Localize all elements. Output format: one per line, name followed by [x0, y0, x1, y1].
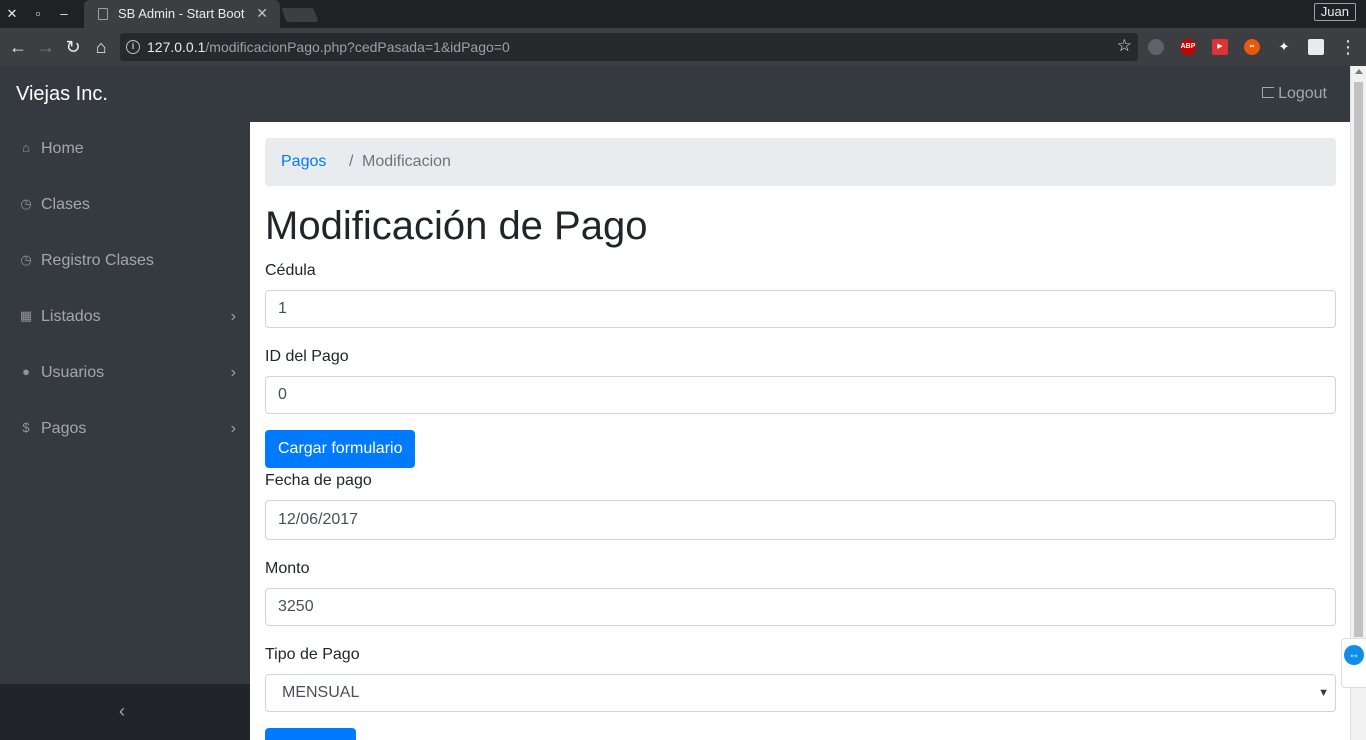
- app-navbar: Viejas Inc. Logout: [0, 66, 1350, 122]
- teamviewer-icon: ⇔: [1344, 645, 1364, 665]
- tipo-pago-label: Tipo de Pago: [265, 646, 360, 663]
- clock-icon: ◷: [20, 196, 32, 211]
- tipo-pago-select[interactable]: MENSUAL ▼: [265, 674, 1336, 712]
- reload-icon[interactable]: ↻: [63, 37, 83, 57]
- monto-label: Monto: [265, 560, 310, 577]
- extension-icon[interactable]: [1148, 39, 1164, 55]
- window-minimize-icon[interactable]: –: [56, 6, 72, 22]
- breadcrumb-separator: /: [349, 153, 354, 170]
- browser-tab-title: SB Admin - Start Boot: [118, 6, 245, 21]
- table-icon: ▦: [19, 308, 33, 323]
- chevron-right-icon: ›: [230, 364, 236, 381]
- forward-arrow-icon[interactable]: →: [36, 37, 56, 57]
- sidebar-item-pagos[interactable]: $ Pagos ›: [0, 402, 250, 458]
- monto-input[interactable]: 3250: [265, 588, 1336, 626]
- browser-tab[interactable]: SB Admin - Start Boot ✕: [84, 0, 280, 28]
- sidebar-item-label: Home: [41, 140, 84, 157]
- profile-button[interactable]: Juan: [1313, 3, 1356, 21]
- back-arrow-icon[interactable]: ←: [8, 37, 28, 57]
- id-pago-input[interactable]: 0: [265, 376, 1336, 414]
- id-pago-label: ID del Pago: [265, 348, 349, 365]
- clock-icon: ◷: [20, 252, 32, 267]
- sidebar-item-usuarios[interactable]: ● Usuarios ›: [0, 346, 250, 402]
- sidebar-item-registro-clases[interactable]: ◷ Registro Clases: [0, 234, 250, 290]
- page-title: Modificación de Pago: [265, 204, 648, 248]
- cube-extension-icon[interactable]: [1308, 39, 1324, 55]
- sidebar: ⌂ Home ◷ Clases ◷ Registro Clases ▦ List…: [0, 122, 250, 684]
- sidebar-toggle-button[interactable]: ‹: [0, 684, 250, 740]
- sidebar-item-label: Pagos: [41, 420, 87, 437]
- fecha-input[interactable]: 12/06/2017: [265, 500, 1336, 540]
- home-browser-icon[interactable]: ⌂: [91, 37, 111, 57]
- logout-link[interactable]: Logout: [1262, 85, 1327, 103]
- browser-menu-icon[interactable]: ⋮: [1338, 37, 1358, 57]
- home-icon: ⌂: [22, 140, 30, 155]
- user-icon: ●: [22, 364, 30, 379]
- address-bar[interactable]: i 127.0.0.1/modificacionPago.php?cedPasa…: [120, 33, 1138, 61]
- chevron-right-icon: ›: [230, 420, 236, 437]
- page-document-icon: [98, 8, 108, 20]
- breadcrumb-link-pagos[interactable]: Pagos: [281, 153, 326, 171]
- teamviewer-widget[interactable]: ⇔: [1341, 638, 1366, 688]
- cedula-input[interactable]: 1: [265, 290, 1336, 328]
- scrollbar-thumb[interactable]: [1354, 82, 1363, 637]
- browser-toolbar: ← → ↻ ⌂ i 127.0.0.1/modificacionPago.php…: [0, 28, 1366, 66]
- sidebar-item-clases[interactable]: ◷ Clases: [0, 178, 250, 234]
- window-close-icon[interactable]: ✕: [4, 6, 20, 22]
- load-form-button[interactable]: Cargar formulario: [265, 430, 416, 468]
- sign-out-icon: [1262, 87, 1275, 98]
- main-content: Pagos / Modificacion Modificación de Pag…: [250, 122, 1350, 740]
- adblock-icon[interactable]: ABP: [1180, 39, 1196, 55]
- chevron-right-icon: ›: [230, 308, 236, 325]
- breadcrumb: Pagos / Modificacion: [265, 138, 1336, 186]
- sidebar-item-label: Clases: [41, 196, 90, 213]
- submit-button[interactable]: [265, 728, 356, 740]
- youtube-extension-icon[interactable]: ▶: [1212, 39, 1228, 55]
- tipo-pago-selected: MENSUAL: [282, 684, 360, 701]
- gnome-extension-icon[interactable]: ✦: [1276, 39, 1292, 55]
- cedula-label: Cédula: [265, 262, 316, 279]
- sidebar-item-home[interactable]: ⌂ Home: [0, 122, 250, 178]
- tab-close-icon[interactable]: ✕: [256, 5, 268, 22]
- chevron-left-icon: ‹: [119, 701, 125, 721]
- brand-link[interactable]: Viejas Inc.: [16, 83, 108, 106]
- window-maximize-icon[interactable]: ▫: [30, 6, 46, 22]
- scroll-up-arrow-icon[interactable]: [1355, 69, 1363, 74]
- fecha-label: Fecha de pago: [265, 472, 372, 489]
- sidebar-item-label: Usuarios: [41, 364, 105, 381]
- url-text[interactable]: 127.0.0.1/modificacionPago.php?cedPasada…: [147, 39, 510, 55]
- bookmark-star-icon[interactable]: ☆: [1117, 36, 1132, 56]
- browser-tab-strip: ✕ ▫ – SB Admin - Start Boot ✕ Juan: [0, 0, 1366, 28]
- new-tab-button[interactable]: [281, 8, 319, 22]
- breadcrumb-current: Modificacion: [362, 153, 451, 170]
- sidebar-item-label: Registro Clases: [41, 252, 154, 269]
- infinity-extension-icon[interactable]: ∞: [1244, 39, 1260, 55]
- info-icon[interactable]: i: [126, 40, 140, 54]
- dollar-icon: $: [22, 420, 30, 435]
- sidebar-item-listados[interactable]: ▦ Listados ›: [0, 290, 250, 346]
- sidebar-item-label: Listados: [41, 308, 101, 325]
- dropdown-caret-icon: ▼: [1318, 687, 1329, 699]
